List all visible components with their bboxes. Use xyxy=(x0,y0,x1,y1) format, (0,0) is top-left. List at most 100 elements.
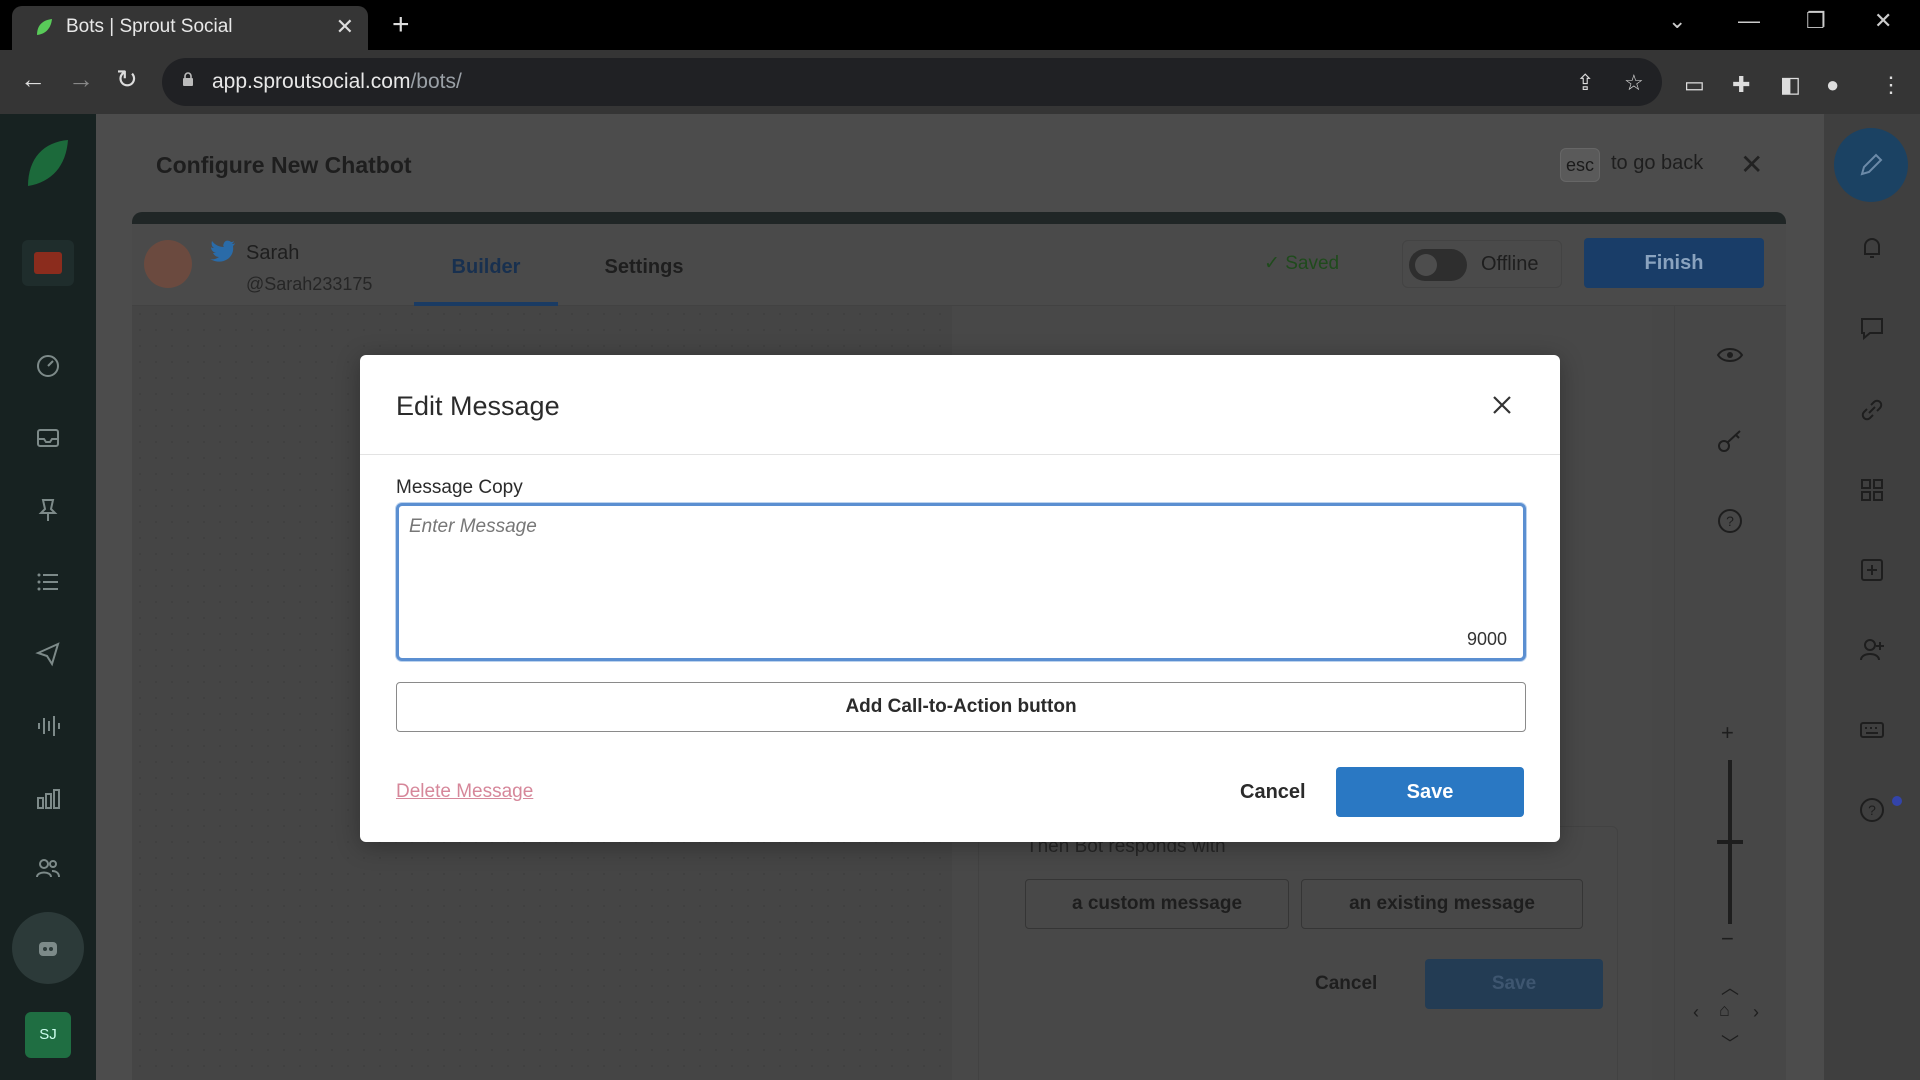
delete-message-link[interactable]: Delete Message xyxy=(396,781,533,803)
pan-right-icon[interactable]: › xyxy=(1753,1002,1759,1023)
help-notification-dot xyxy=(1892,796,1902,806)
modal-title: Edit Message xyxy=(396,391,560,421)
panel-save-button[interactable]: Save xyxy=(1425,959,1603,1009)
modal-header: Edit Message xyxy=(360,355,1560,455)
folder-icon[interactable] xyxy=(34,252,62,274)
tab-title: Bots | Sprout Social xyxy=(66,16,233,37)
online-toggle[interactable]: Offline xyxy=(1402,240,1562,288)
browser-tabbar: Bots | Sprout Social ✕ + ⌄ — ❐ ✕ xyxy=(0,0,1920,50)
help-circle-icon[interactable]: ? xyxy=(1715,506,1745,536)
url-host: app.sproutsocial.com xyxy=(212,70,411,93)
profile-avatar xyxy=(144,240,192,288)
pin-icon[interactable] xyxy=(34,496,62,524)
sprout-favicon-icon xyxy=(37,19,52,35)
extension-alert-icon[interactable]: ▭ xyxy=(1684,72,1705,98)
modal-close-icon[interactable] xyxy=(1484,387,1520,423)
reports-chart-icon[interactable] xyxy=(34,784,62,812)
zoom-in-icon[interactable]: + xyxy=(1721,720,1734,746)
home-icon[interactable]: ⌂ xyxy=(1719,1000,1730,1021)
preview-eye-icon[interactable] xyxy=(1715,340,1745,370)
character-count: 9000 xyxy=(1466,629,1507,649)
dashboard-icon[interactable] xyxy=(34,352,62,380)
close-configure-icon[interactable]: ✕ xyxy=(1740,148,1763,181)
message-copy-label: Message Copy xyxy=(396,477,523,498)
reload-icon[interactable]: ↻ xyxy=(116,64,138,95)
browser-toolbar: ← → ↻ app.sproutsocial.com/bots/ ⇪ ☆ ▭ ✚… xyxy=(0,50,1920,114)
left-navigation: SJ xyxy=(0,114,96,1080)
minimize-icon[interactable]: — xyxy=(1738,8,1760,34)
zoom-out-icon[interactable]: − xyxy=(1721,926,1734,952)
browser-menu-icon[interactable]: ⋮ xyxy=(1880,72,1902,98)
compose-edit-icon xyxy=(1860,153,1883,176)
back-icon[interactable]: ← xyxy=(20,64,46,95)
user-avatar[interactable]: SJ xyxy=(25,1012,71,1058)
toggle-switch[interactable] xyxy=(1409,249,1467,281)
people-icon[interactable] xyxy=(34,854,62,882)
side-panel-icon[interactable]: ◧ xyxy=(1780,72,1801,98)
esc-hint-text: to go back xyxy=(1611,152,1704,174)
modal-cancel-button[interactable]: Cancel xyxy=(1240,781,1306,804)
panel-cancel-button[interactable]: Cancel xyxy=(1315,973,1377,995)
new-tab-button[interactable]: + xyxy=(392,8,410,42)
esc-key-hint: esc xyxy=(1560,148,1600,182)
address-bar[interactable]: app.sproutsocial.com/bots/ ⇪ ☆ xyxy=(162,58,1662,106)
notifications-bell-icon[interactable] xyxy=(1858,234,1886,262)
builder-header: Sarah @Sarah233175 Builder Settings ✓ Sa… xyxy=(132,224,1786,306)
response-card: a custom message an existing message Can… xyxy=(978,826,1618,1080)
svg-text:?: ? xyxy=(1868,802,1876,818)
modal-save-button[interactable]: Save xyxy=(1336,767,1524,817)
toggle-status-label: Offline xyxy=(1481,253,1539,275)
saved-status: ✓ Saved xyxy=(1264,252,1339,275)
tab-builder[interactable]: Builder xyxy=(414,224,558,306)
finish-button[interactable]: Finish xyxy=(1584,238,1764,288)
tab-settings[interactable]: Settings xyxy=(584,224,704,306)
right-rail: ? xyxy=(1824,114,1920,1080)
restore-icon[interactable]: ❐ xyxy=(1806,8,1826,34)
page-title: Configure New Chatbot xyxy=(156,152,412,178)
help-icon[interactable]: ? xyxy=(1858,796,1886,824)
url-text: app.sproutsocial.com/bots/ xyxy=(212,70,462,94)
message-textarea-wrapper: 9000 xyxy=(396,503,1526,661)
message-textarea[interactable] xyxy=(409,516,1509,616)
saved-label: Saved xyxy=(1285,253,1340,274)
link-icon[interactable] xyxy=(1858,396,1886,424)
sprout-logo-icon[interactable] xyxy=(26,138,70,188)
checkmark-icon: ✓ xyxy=(1264,253,1286,274)
zoom-slider-handle[interactable] xyxy=(1717,840,1743,844)
url-path: /bots/ xyxy=(410,70,462,93)
svg-text:?: ? xyxy=(1726,513,1734,529)
existing-message-option[interactable]: an existing message xyxy=(1301,879,1583,929)
lock-icon xyxy=(183,72,193,86)
add-box-icon[interactable] xyxy=(1858,556,1886,584)
canvas-tools: ? + − ︿ ‹ ⌂ › ﹀ xyxy=(1674,306,1786,1080)
key-icon[interactable] xyxy=(1715,426,1745,456)
list-icon[interactable] xyxy=(34,568,62,596)
publish-send-icon[interactable] xyxy=(34,640,62,668)
profile-name: Sarah xyxy=(246,242,300,264)
pan-left-icon[interactable]: ‹ xyxy=(1693,1002,1699,1023)
messages-icon[interactable] xyxy=(1858,314,1886,342)
share-icon[interactable]: ⇪ xyxy=(1576,70,1594,96)
listening-waveform-icon[interactable] xyxy=(34,712,62,740)
pan-up-icon[interactable]: ︿ xyxy=(1721,974,1739,1000)
add-user-icon[interactable] xyxy=(1858,636,1886,664)
add-cta-button[interactable]: Add Call-to-Action button xyxy=(396,682,1526,732)
bookmark-star-icon[interactable]: ☆ xyxy=(1624,70,1644,96)
profile-handle: @Sarah233175 xyxy=(246,274,373,294)
custom-message-option[interactable]: a custom message xyxy=(1025,879,1289,929)
profile-icon[interactable]: ● xyxy=(1826,72,1839,98)
forward-icon[interactable]: → xyxy=(68,64,94,95)
pan-down-icon[interactable]: ﹀ xyxy=(1721,1030,1739,1056)
keyboard-icon[interactable] xyxy=(1858,716,1886,744)
edit-message-modal: Edit Message Message Copy 9000 Add Call-… xyxy=(360,355,1560,842)
apps-grid-icon[interactable] xyxy=(1858,476,1886,504)
twitter-icon xyxy=(210,240,235,262)
tab-close-icon[interactable]: ✕ xyxy=(336,14,354,40)
tab-search-icon[interactable]: ⌄ xyxy=(1668,8,1686,34)
browser-tab[interactable]: Bots | Sprout Social ✕ xyxy=(12,6,368,50)
compose-button[interactable] xyxy=(1834,128,1908,202)
bot-icon[interactable] xyxy=(34,934,62,962)
window-close-icon[interactable]: ✕ xyxy=(1874,8,1892,34)
inbox-icon[interactable] xyxy=(34,424,62,452)
extensions-puzzle-icon[interactable]: ✚ xyxy=(1732,72,1750,98)
